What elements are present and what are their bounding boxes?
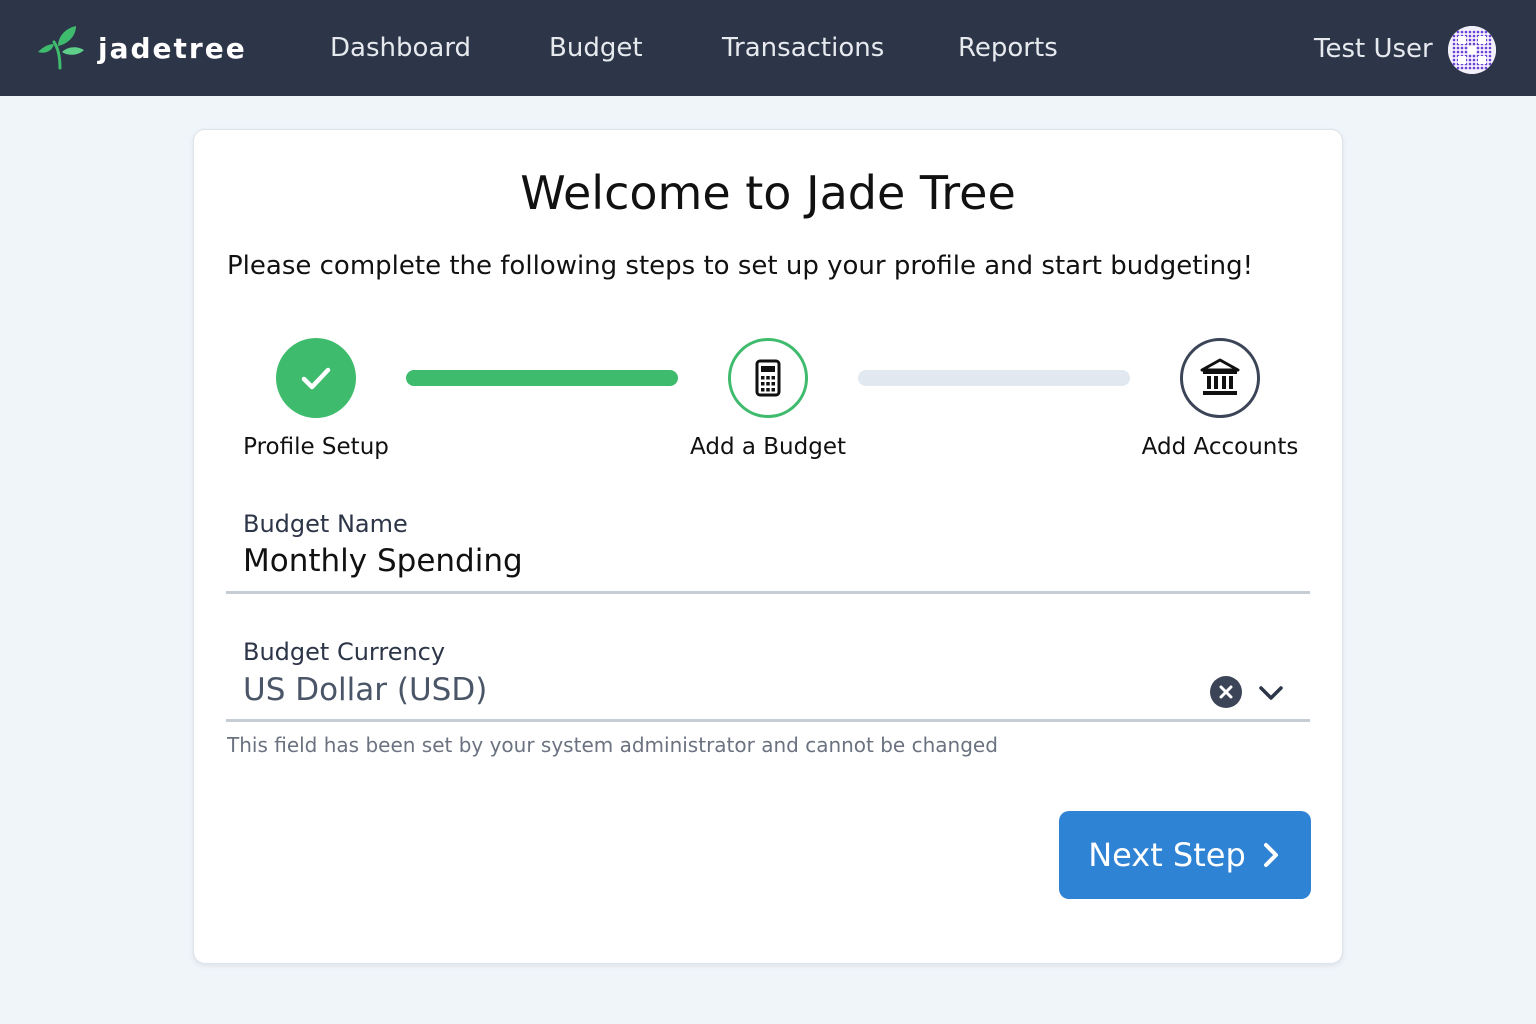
bank-icon	[1200, 358, 1240, 395]
nav-transactions[interactable]: Transactions	[722, 30, 884, 66]
step-label-add-budget: Add a Budget	[690, 434, 846, 460]
step-label-add-accounts: Add Accounts	[1141, 434, 1299, 460]
step-add-accounts[interactable]	[1180, 338, 1260, 418]
close-icon	[1219, 685, 1233, 699]
budget-name-input[interactable]	[243, 543, 1143, 579]
brand-name: jadetree	[98, 31, 247, 65]
step-add-budget[interactable]	[728, 338, 808, 418]
budget-name-label: Budget Name	[243, 510, 408, 538]
check-icon	[301, 367, 331, 390]
calculator-icon	[755, 359, 781, 397]
nav-dashboard[interactable]: Dashboard	[330, 30, 471, 66]
clear-selection-icon[interactable]	[1210, 676, 1242, 708]
chevron-down-icon[interactable]	[1256, 678, 1286, 708]
next-step-button[interactable]: Next Step	[1059, 811, 1311, 899]
step-connector-2	[858, 370, 1130, 386]
budget-currency-label: Budget Currency	[243, 638, 446, 666]
user-menu-name[interactable]: Test User	[1314, 31, 1433, 67]
budget-currency-underline	[226, 719, 1310, 722]
brand[interactable]: jadetree	[36, 22, 247, 74]
nav-reports[interactable]: Reports	[958, 30, 1058, 66]
avatar[interactable]	[1448, 26, 1496, 74]
avatar-identicon	[1448, 26, 1496, 74]
onboarding-card: Welcome to Jade Tree Please complete the…	[193, 129, 1343, 964]
step-label-profile-setup: Profile Setup	[243, 434, 389, 460]
jadetree-logo-icon	[38, 26, 84, 70]
chevron-right-icon	[1263, 843, 1278, 867]
page-subtitle: Please complete the following steps to s…	[227, 251, 1254, 281]
page-title: Welcome to Jade Tree	[520, 166, 1016, 220]
budget-name-underline	[226, 591, 1310, 594]
currency-help-text: This field has been set by your system a…	[227, 733, 998, 757]
step-connector-1	[406, 370, 678, 386]
top-navbar: jadetree Dashboard Budget Transactions R…	[0, 0, 1536, 96]
next-step-label: Next Step	[1088, 836, 1246, 874]
step-profile-setup[interactable]	[276, 338, 356, 418]
nav-budget[interactable]: Budget	[549, 30, 643, 66]
budget-currency-select[interactable]: US Dollar (USD)	[243, 672, 1143, 708]
